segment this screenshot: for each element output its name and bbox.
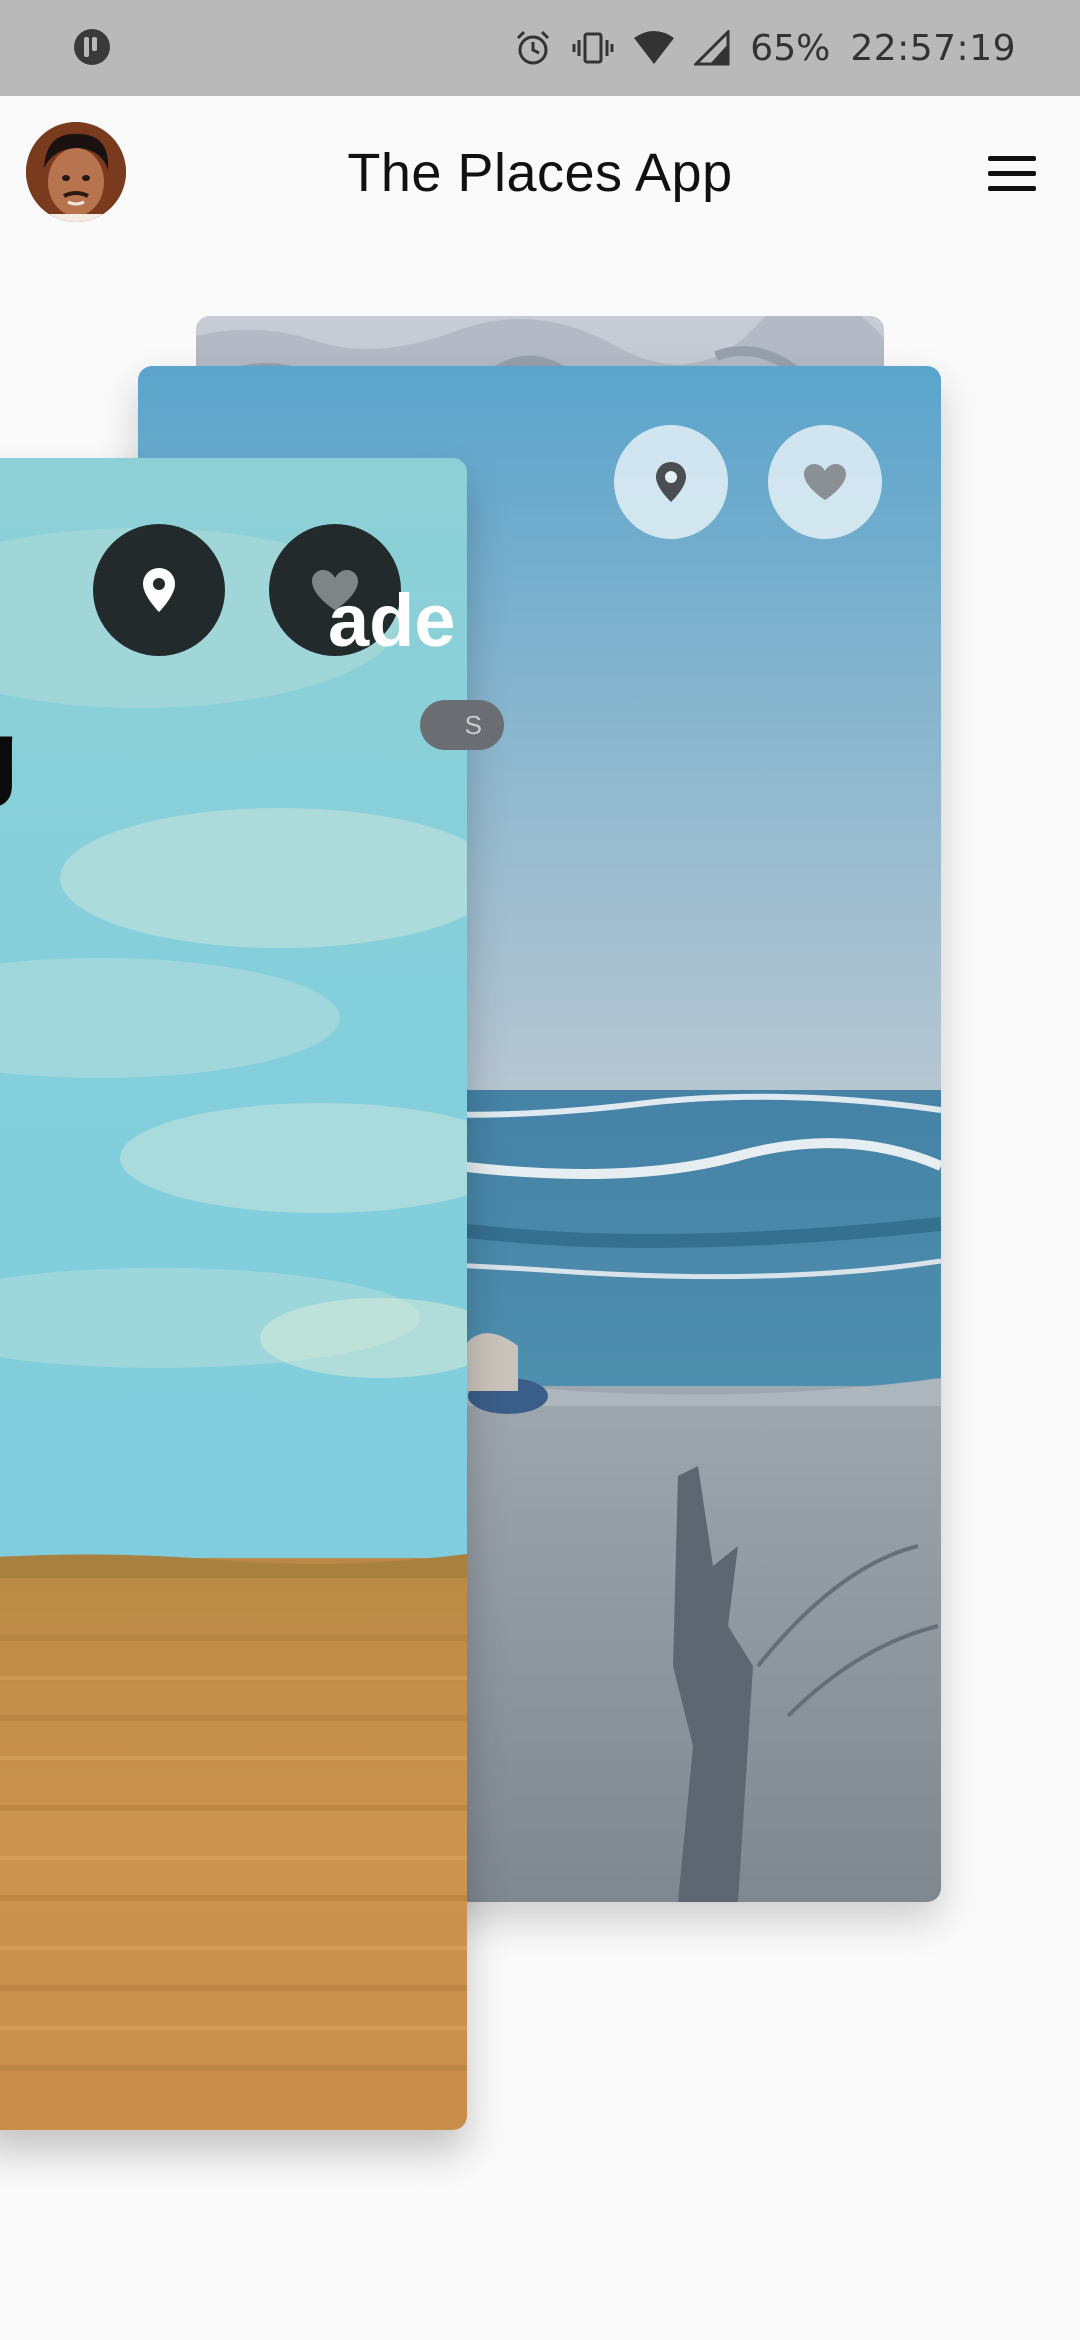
heart-icon <box>804 464 846 500</box>
location-pin-button[interactable] <box>93 524 225 656</box>
wheat-field-sky-photo <box>0 458 467 2130</box>
alarm-icon <box>517 30 550 65</box>
vibrate-icon <box>572 32 614 64</box>
battery-percentage: 65% <box>750 27 831 69</box>
cell-signal-icon <box>694 30 730 66</box>
clock-time: 22:57:19 <box>850 27 1016 69</box>
status-bar: 65% 22:57:19 <box>0 0 1080 96</box>
hamburger-menu-icon[interactable] <box>984 152 1044 196</box>
place-title-front: g <box>0 700 19 810</box>
location-pin-button[interactable] <box>614 425 728 539</box>
place-chip-middle: S <box>420 700 504 750</box>
wifi-icon <box>634 31 675 64</box>
favorite-button[interactable] <box>768 425 882 539</box>
app-notification-icon <box>74 29 110 65</box>
app-bar: The Places App <box>0 96 1080 252</box>
location-pin-icon <box>656 462 686 502</box>
place-title-middle: ade <box>328 579 456 662</box>
place-card-front[interactable] <box>0 458 467 2130</box>
app-title: The Places App <box>347 143 733 203</box>
location-pin-icon <box>143 568 175 612</box>
